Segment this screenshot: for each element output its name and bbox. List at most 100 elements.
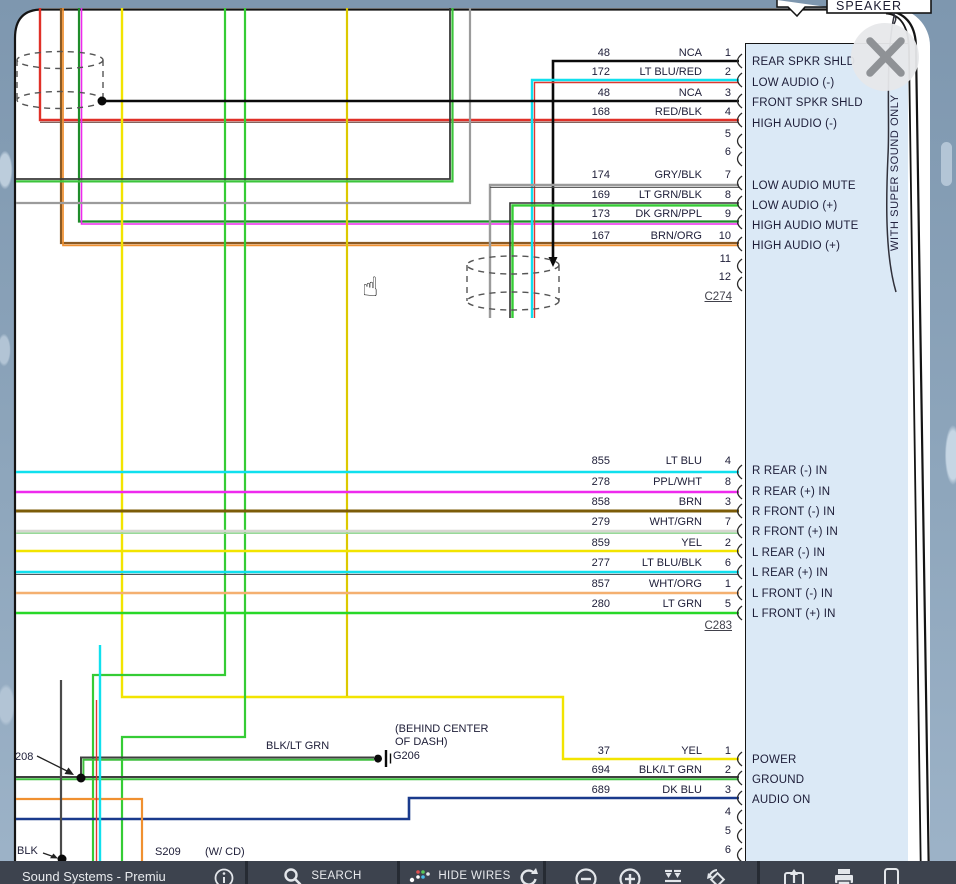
wire-color: YEL xyxy=(610,745,702,758)
hide-wires-icon xyxy=(408,867,432,884)
pin-number: 3 xyxy=(707,784,731,797)
refresh-icon[interactable] xyxy=(517,867,539,884)
pin-function: L REAR (+) IN xyxy=(752,567,828,579)
wire-color: DK GRN/PPL xyxy=(610,208,702,221)
wire-number: 172 xyxy=(552,66,610,79)
wire-number: 857 xyxy=(552,578,610,591)
location-note-line1: (BEHIND CENTER xyxy=(395,723,489,736)
connector-pin-hooks xyxy=(738,54,743,862)
wire-number: 168 xyxy=(552,106,610,119)
pin-number: 1 xyxy=(707,745,731,758)
pin-number: 12 xyxy=(707,271,731,284)
wire-number: 167 xyxy=(552,230,610,243)
fit-to-screen-icon[interactable] xyxy=(661,867,685,884)
wire-number: 48 xyxy=(552,87,610,100)
pin-function: HIGH AUDIO (+) xyxy=(752,240,840,252)
page-border-outer xyxy=(15,10,929,884)
splice-208-arrow xyxy=(37,756,67,771)
pin-number: 2 xyxy=(707,66,731,79)
wire-number: 280 xyxy=(552,598,610,611)
pin-function: FRONT SPKR SHLD xyxy=(752,97,863,109)
variant-label-wcd: (W/ CD) xyxy=(205,846,245,859)
location-note-line2: OF DASH) xyxy=(395,736,448,749)
s209-arrow xyxy=(43,853,53,857)
print-icon[interactable] xyxy=(832,867,856,884)
diagram-title: Sound Systems - Premiu xyxy=(22,867,166,884)
pin-function: L FRONT (+) IN xyxy=(752,608,836,620)
wire-color: LT BLU xyxy=(610,455,702,468)
pin-number: 6 xyxy=(707,844,731,857)
wire-number: 694 xyxy=(552,764,610,777)
pin-number: 3 xyxy=(707,496,731,509)
toolbar-output-segment xyxy=(760,861,956,884)
wire-number: 173 xyxy=(552,208,610,221)
pin-function: LOW AUDIO (+) xyxy=(752,200,837,212)
wire-green-b xyxy=(122,8,245,866)
pin-function: L FRONT (-) IN xyxy=(752,588,833,600)
info-icon[interactable] xyxy=(213,867,235,884)
pin-function: LOW AUDIO (-) xyxy=(752,77,834,89)
pin-function: LOW AUDIO MUTE xyxy=(752,180,856,192)
pin-number: 5 xyxy=(707,598,731,611)
toolbar-title-segment: Sound Systems - Premiu xyxy=(0,861,248,884)
wire-number: 279 xyxy=(552,516,610,529)
wire-color: PPL/WHT xyxy=(610,476,702,489)
splice-208-arrowhead xyxy=(65,768,75,776)
wire-number: 37 xyxy=(552,745,610,758)
wire-number: 278 xyxy=(552,476,610,489)
wire-color: LT GRN/BLK xyxy=(610,189,702,202)
pin-number: 1 xyxy=(707,578,731,591)
pin-function: L REAR (-) IN xyxy=(752,547,825,559)
pin-function: HIGH AUDIO (-) xyxy=(752,118,837,130)
wire-color: DK BLU xyxy=(610,784,702,797)
connector-link-c283[interactable]: C283 xyxy=(692,620,732,633)
wiring-diagram-viewer: SPEAKER WITH SUPER SOUND ONLY 48 NCA 1 1… xyxy=(0,0,956,884)
hide-wires-label: HIDE WIRES xyxy=(438,867,510,882)
pin-function: R REAR (+) IN xyxy=(752,486,830,498)
pin-function: GROUND xyxy=(752,774,804,786)
ground-label-g206: G206 xyxy=(393,750,420,763)
wire-gray-up xyxy=(16,8,470,203)
speech-bubble-tail xyxy=(777,0,827,16)
pin-number: 8 xyxy=(707,476,731,489)
pin-number: 2 xyxy=(707,764,731,777)
wire-number: 859 xyxy=(552,537,610,550)
search-button[interactable]: SEARCH xyxy=(248,861,400,884)
zoom-in-icon[interactable] xyxy=(618,867,642,884)
bottom-toolbar: Sound Systems - Premiu SEARCH HIDE WIRES xyxy=(0,861,956,884)
wire-color: LT BLU/BLK xyxy=(610,557,702,570)
hide-wires-button[interactable]: HIDE WIRES xyxy=(400,861,546,884)
pin-function: AUDIO ON xyxy=(752,794,810,806)
pin-number: 4 xyxy=(707,806,731,819)
splice-208-dot xyxy=(77,774,86,783)
wire-number: 277 xyxy=(552,557,610,570)
speaker-callout-label: SPEAKER xyxy=(836,0,902,13)
wire-color: BRN xyxy=(610,496,702,509)
wire-color: BLK/LT GRN xyxy=(610,764,702,777)
pin-function: R REAR (-) IN xyxy=(752,465,827,477)
wire-color: YEL xyxy=(610,537,702,550)
pin-number: 8 xyxy=(707,189,731,202)
wire-number: 48 xyxy=(552,47,610,60)
pin-function: HIGH AUDIO MUTE xyxy=(752,220,859,232)
connector-link-c274[interactable]: C274 xyxy=(692,291,732,304)
wire-number: 174 xyxy=(552,169,610,182)
wire-number: 689 xyxy=(552,784,610,797)
wire-color: LT BLU/RED xyxy=(610,66,702,79)
pin-number: 1 xyxy=(707,47,731,60)
wire-color: LT GRN xyxy=(610,598,702,611)
rotate-icon[interactable] xyxy=(705,867,729,884)
close-button[interactable] xyxy=(851,23,919,91)
splice-label-s209: S209 xyxy=(155,846,181,859)
wire-689-dkblu xyxy=(16,798,739,819)
export-icon[interactable] xyxy=(782,867,806,884)
pin-number: 4 xyxy=(707,455,731,468)
wire-red-blk xyxy=(40,8,739,120)
wire-name-blk: BLK xyxy=(17,845,38,858)
wire-color: NCA xyxy=(610,47,702,60)
pin-function: REAR SPKR SHLD xyxy=(752,56,855,68)
zoom-out-icon[interactable] xyxy=(574,867,598,884)
wire-color: WHT/GRN xyxy=(610,516,702,529)
mobile-page-icon[interactable] xyxy=(882,867,902,884)
wire-color: BRN/ORG xyxy=(610,230,702,243)
